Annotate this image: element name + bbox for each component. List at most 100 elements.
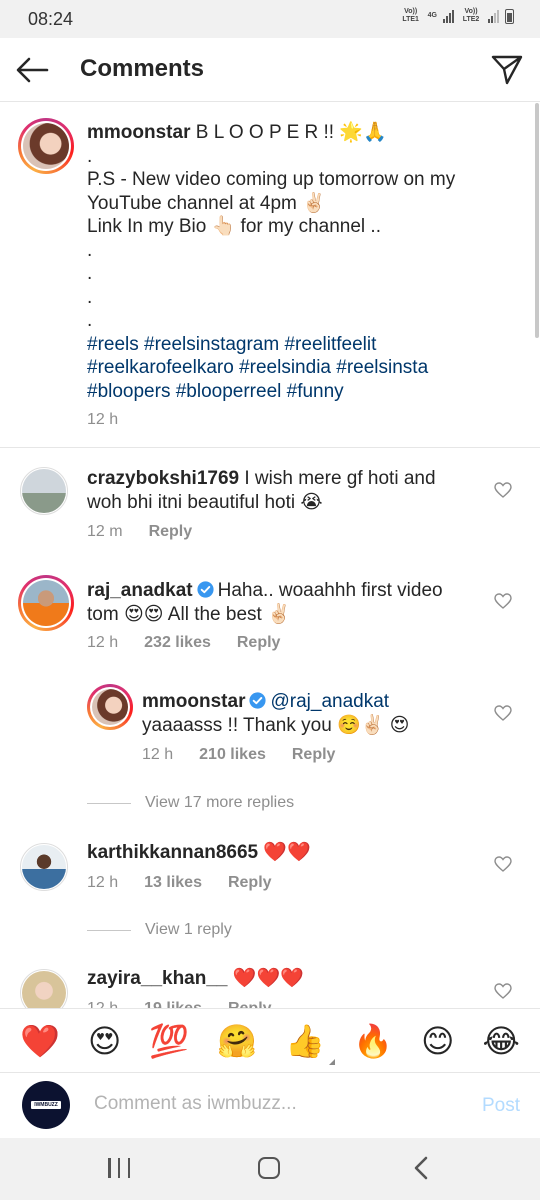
reply-button[interactable]: Reply [149,523,193,541]
my-avatar[interactable]: IWMBUZZ [22,1081,70,1129]
emoji-smile-button[interactable]: 😊 [421,1025,454,1057]
caption-meta: 12 h [87,411,118,429]
header: Comments [0,38,540,102]
caption-title: B L O O P E R !! 🌟🙏 [195,122,387,143]
caption-line: . [87,145,93,167]
likes-count[interactable]: 19 likes [144,1000,202,1008]
emoji-heart-eyes-button[interactable]: 😍 [88,1025,121,1057]
caption-line: . [87,310,93,331]
comment-time: 12 h [87,874,119,891]
emoji-hundred-button[interactable]: 💯 [149,1025,189,1057]
likes-count[interactable]: 210 likes [199,746,266,764]
comment-text: ❤️❤️❤️ [232,968,304,989]
variant-indicator-icon [329,1058,336,1065]
status-time: 08:24 [28,9,74,29]
reply-body: mmoonstar @raj_anadkat yaaaasss !! Thank … [142,690,487,737]
comment-text: I wish mere gf hoti and [244,468,436,489]
caption-time: 12 h [87,411,119,428]
sim1-label: Vo)) LTE1 [402,8,419,23]
caption-line: . [87,239,93,261]
view-more-replies[interactable]: View 1 reply [87,921,232,939]
avatar[interactable] [20,467,68,515]
comment-text: woh bhi itni beautiful hoti 😭 [87,491,323,513]
battery-icon [505,8,514,24]
comment-username[interactable]: crazybokshi1769 [87,468,239,489]
like-heart-icon[interactable] [494,856,512,872]
reply-button[interactable]: Reply [228,874,272,892]
page-title: Comments [80,55,205,82]
caption-username[interactable]: mmoonstar [87,122,190,143]
mention-link[interactable]: @raj_anadkat [270,691,389,712]
comment-username[interactable]: mmoonstar [142,691,245,712]
emoji-heart-button[interactable]: ❤️ [20,1025,60,1057]
avatar[interactable] [87,684,133,730]
avatar[interactable] [20,843,68,891]
view-more-replies[interactable]: View 17 more replies [87,794,294,812]
comments-list[interactable]: mmoonstar B L O O P E R !! 🌟🙏 . P.S - Ne… [0,103,540,1008]
reply-button[interactable]: Reply [237,634,281,652]
comment-body: raj_anadkat Haha.. woaahhh first video to… [87,579,487,626]
reply-button[interactable]: Reply [228,1000,272,1008]
like-heart-icon[interactable] [494,482,512,498]
comment-username[interactable]: raj_anadkat [87,580,193,601]
divider [0,447,540,448]
caption-line: . [87,263,93,284]
hashtag-line[interactable]: #reels #reelsinstagram #reelitfeelit [87,333,507,357]
send-icon[interactable] [490,52,524,86]
comment-text: ❤️❤️ [263,842,311,863]
comment-time: 12 h [87,1000,118,1008]
like-heart-icon[interactable] [494,593,512,609]
caption-line: Link In my Bio 👆🏻 for my channel .. [87,216,381,237]
hashtag-line[interactable]: #reelkarofeelkaro #reelsindia #reelsinst… [87,356,507,380]
comment-username[interactable]: karthikkannan8665 [87,842,258,863]
scrollbar[interactable] [535,103,539,338]
back-arrow-icon[interactable] [14,54,50,86]
avatar[interactable] [20,969,68,1008]
comment-time: 12 h [87,634,119,651]
comment-body: crazybokshi1769 I wish mere gf hoti and … [87,467,487,514]
emoji-laugh-button[interactable]: 😂 [483,1025,520,1057]
comment-composer: IWMBUZZ Post [0,1072,540,1138]
like-heart-icon[interactable] [494,705,512,721]
caption-line: YouTube channel at 4pm ✌🏻 [87,192,326,214]
comment-input[interactable] [94,1093,454,1115]
comment-username[interactable]: zayira__khan__ [87,968,228,989]
comment-text: yaaaasss !! Thank you ☺️✌🏻 😍 [142,714,410,736]
sim2-label: Vo)) LTE2 [462,8,480,23]
avatar[interactable] [18,118,74,174]
view-replies-label[interactable]: View 17 more replies [145,794,294,812]
comment-body: karthikkannan8665 ❤️❤️ [87,841,487,865]
comment-time: 12 h [142,746,174,763]
comment-text: tom 😍😍 All the best ✌🏻 [87,603,291,625]
avatar[interactable] [18,575,74,631]
like-heart-icon[interactable] [494,983,512,999]
emoji-hug-button[interactable]: 🤗 [217,1025,257,1057]
hashtag-line[interactable]: #bloopers #blooperreel #funny [87,380,507,404]
emoji-thumbs-up: 👍 [285,1021,326,1060]
recent-apps-icon[interactable] [108,1158,130,1178]
comment-meta: 12 m Reply [87,523,192,541]
post-button[interactable]: Post [482,1095,520,1117]
replies-line [87,802,131,804]
view-replies-label[interactable]: View 1 reply [145,921,232,939]
comment-meta: 12 h 19 likes Reply [87,1000,272,1008]
caption: mmoonstar B L O O P E R !! 🌟🙏 . P.S - Ne… [87,121,507,403]
signal-bars-2-icon [488,9,499,23]
comment-text: Haha.. woaahhh first video [217,580,443,601]
emoji-quick-bar: ❤️ 😍 💯 🤗 👍 🔥 😊 😂 [0,1008,540,1072]
emoji-fire-button[interactable]: 🔥 [353,1025,393,1057]
emoji-thumbs-up-button[interactable]: 👍 [285,1021,336,1065]
status-bar: 08:24 Vo)) LTE1 4G Vo)) LTE2 [0,0,540,38]
home-icon[interactable] [258,1157,280,1179]
signal-bars-icon [443,9,454,23]
reply-button[interactable]: Reply [292,746,336,764]
caption-line: . [87,286,93,308]
comment-meta: 12 h 232 likes Reply [87,634,280,652]
avatar-logo: IWMBUZZ [31,1101,61,1109]
network-label: 4G [427,12,437,19]
likes-count[interactable]: 13 likes [144,874,202,892]
nav-back-icon[interactable] [412,1156,430,1180]
status-icons: Vo)) LTE1 4G Vo)) LTE2 [400,8,514,24]
verified-badge-icon [249,692,267,709]
likes-count[interactable]: 232 likes [144,634,211,652]
